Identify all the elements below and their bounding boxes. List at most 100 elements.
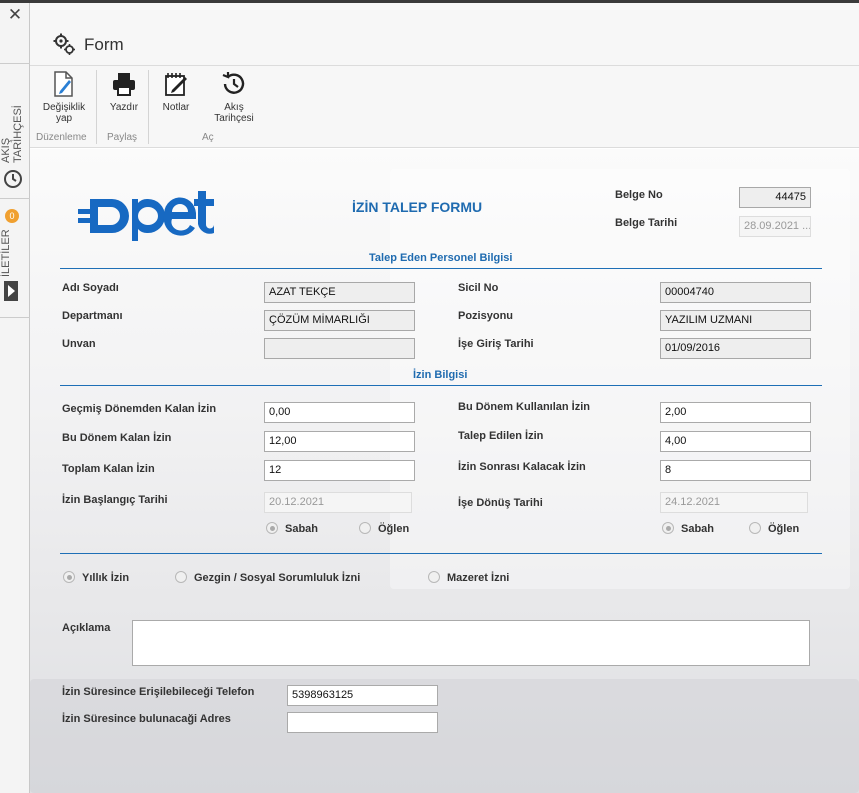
after-leave-label: İzin Sonrası Kalacak İzin	[458, 461, 586, 473]
total-remaining-field[interactable]: 12	[264, 460, 415, 481]
after-leave-field[interactable]: 8	[660, 460, 811, 481]
job-title-label: Unvan	[62, 338, 96, 350]
radio-empty-icon	[175, 571, 187, 583]
radio-empty-icon	[359, 522, 371, 534]
group-label-share: Paylaş	[107, 132, 138, 143]
return-morning-radio[interactable]: Sabah	[662, 522, 714, 535]
hire-date-label: İşe Giriş Tarihi	[458, 338, 534, 350]
prev-remaining-label: Geçmiş Dönemden Kalan İzin	[62, 403, 217, 415]
start-noon-label: Öğlen	[378, 523, 410, 535]
messages-tab[interactable]: İLETİLER	[0, 227, 30, 277]
close-icon[interactable]: ✕	[0, 3, 30, 29]
section-divider	[60, 268, 822, 269]
address-field[interactable]	[287, 712, 438, 733]
phone-field[interactable]: 5398963125	[287, 685, 438, 706]
radio-selected-icon	[63, 571, 75, 583]
name-field: AZAT TEKÇE	[264, 282, 415, 303]
notes-button[interactable]: Notlar	[156, 70, 196, 113]
section-divider	[60, 553, 822, 554]
print-button-label: Yazdır	[109, 102, 139, 113]
hire-date-field: 01/09/2016	[660, 338, 811, 359]
print-button[interactable]: Yazdır	[104, 70, 144, 113]
prev-remaining-field[interactable]: 0,00	[264, 402, 415, 423]
edit-button-label-1: Değişiklik	[42, 102, 86, 113]
rail-divider	[0, 317, 30, 318]
address-label: İzin Süresince bulunacaği Adres	[62, 713, 231, 725]
rail-divider	[0, 198, 30, 199]
type-excuse-radio[interactable]: Mazeret İzni	[428, 571, 509, 584]
description-textarea[interactable]	[132, 620, 810, 666]
return-morning-label: Sabah	[681, 523, 715, 535]
doc-date-label: Belge Tarihi	[615, 217, 678, 229]
messages-count-badge: 0	[5, 209, 19, 223]
radio-empty-icon	[749, 522, 761, 534]
return-noon-radio[interactable]: Öğlen	[749, 522, 799, 535]
rail-divider	[0, 63, 30, 64]
clock-history-icon[interactable]	[2, 168, 24, 190]
notes-icon	[165, 73, 187, 96]
doc-no-label: Belge No	[615, 189, 663, 201]
ribbon-toolbar: Değişiklik yap Yazdır Notlar Akış Tarihç…	[30, 66, 859, 148]
group-label-open: Aç	[202, 132, 214, 143]
start-date-field[interactable]: 20.12.2021	[264, 492, 412, 513]
return-date-field[interactable]: 24.12.2021	[660, 492, 808, 513]
return-noon-label: Öğlen	[768, 523, 800, 535]
department-label: Departmanı	[62, 310, 123, 322]
flow-history-label-1: Akış	[224, 102, 244, 113]
type-excuse-label: Mazeret İzni	[447, 572, 510, 584]
position-label: Pozisyonu	[458, 310, 514, 322]
flow-history-button[interactable]: Akış Tarihçesi	[208, 70, 260, 124]
radio-selected-icon	[662, 522, 674, 534]
radio-selected-icon	[266, 522, 278, 534]
edit-button-label-2: yap	[55, 113, 73, 124]
start-morning-radio[interactable]: Sabah	[266, 522, 318, 535]
type-annual-radio[interactable]: Yıllık İzin	[63, 571, 129, 584]
flow-history-label-2: Tarihçesi	[214, 113, 254, 124]
expand-arrow-icon[interactable]	[4, 281, 18, 301]
ribbon-divider	[148, 70, 149, 144]
form-header: Form	[30, 3, 859, 66]
doc-date-field: 28.09.2021 ...	[739, 216, 811, 237]
section-divider	[60, 385, 822, 386]
page-title: Form	[84, 35, 124, 54]
form-title: İZİN TALEP FORMU	[352, 199, 483, 215]
flow-history-tab[interactable]: AKIŞ TARİHÇESİ	[0, 81, 30, 163]
period-remaining-label: Bu Dönem Kalan İzin	[62, 432, 172, 444]
return-date-label: İşe Dönüş Tarihi	[458, 497, 543, 509]
name-label: Adı Soyadı	[62, 282, 119, 294]
requested-label: Talep Edilen İzin	[458, 430, 544, 442]
job-title-field	[264, 338, 415, 359]
form-body: İZİN TALEP FORMU Belge No 44475 Belge Ta…	[30, 149, 859, 793]
type-mobile-radio[interactable]: Gezgin / Sosyal Sorumluluk İzni	[175, 571, 360, 584]
department-field: ÇÖZÜM MİMARLIĞI	[264, 310, 415, 331]
type-annual-label: Yıllık İzin	[82, 572, 130, 584]
registry-label: Sicil No	[458, 282, 499, 294]
section-personnel-title: Talep Eden Personel Bilgisi	[369, 252, 513, 264]
side-rail: ✕ AKIŞ TARİHÇESİ 0 İLETİLER	[0, 3, 30, 793]
gears-icon	[53, 33, 75, 55]
start-date-label: İzin Başlangıç Tarihi	[62, 494, 168, 506]
start-morning-label: Sabah	[285, 523, 319, 535]
period-used-label: Bu Dönem Kullanılan İzin	[458, 401, 591, 413]
printer-icon	[113, 73, 135, 96]
opet-logo	[78, 191, 214, 241]
group-label-edit: Düzenleme	[36, 132, 87, 143]
notes-button-label: Notlar	[162, 102, 190, 113]
total-remaining-label: Toplam Kalan İzin	[62, 463, 155, 475]
edit-document-icon	[54, 71, 73, 97]
start-noon-radio[interactable]: Öğlen	[359, 522, 409, 535]
position-field: YAZILIM UZMANI	[660, 310, 811, 331]
registry-field: 00004740	[660, 282, 811, 303]
description-label: Açıklama	[62, 622, 111, 634]
radio-empty-icon	[428, 571, 440, 583]
section-leave-title: İzin Bilgisi	[413, 369, 468, 381]
ribbon-divider	[96, 70, 97, 144]
period-remaining-field[interactable]: 12,00	[264, 431, 415, 452]
period-used-field[interactable]: 2,00	[660, 402, 811, 423]
doc-no-field: 44475	[739, 187, 811, 208]
edit-button[interactable]: Değişiklik yap	[38, 70, 90, 124]
requested-field[interactable]: 4,00	[660, 431, 811, 452]
history-icon	[222, 72, 245, 94]
type-mobile-label: Gezgin / Sosyal Sorumluluk İzni	[194, 572, 361, 584]
phone-label: İzin Süresince Erişilebileceği Telefon	[62, 686, 255, 698]
